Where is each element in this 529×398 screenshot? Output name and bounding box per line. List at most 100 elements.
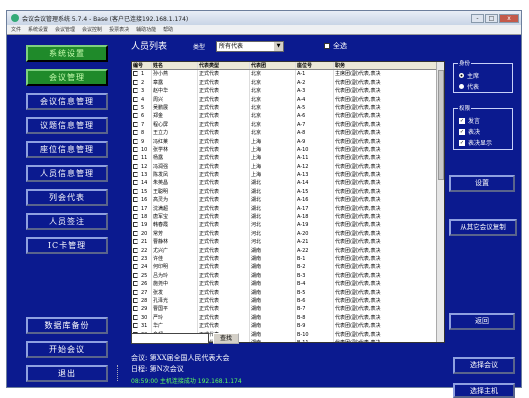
table-row[interactable]: 16 高灵为 正式代表 湖北 A-16 代表团(副)代表,表决 xyxy=(132,196,444,205)
row-number-cell[interactable]: 22 xyxy=(132,246,152,255)
row-number-cell[interactable]: 19 xyxy=(132,221,152,230)
row-checkbox[interactable] xyxy=(133,205,138,211)
table-row[interactable]: 14 朱英昌 正式代表 湖北 A-14 代表团(副)代表,表决 xyxy=(132,179,444,188)
select-all-checkbox[interactable]: 全选 xyxy=(324,41,347,51)
row-checkbox[interactable] xyxy=(133,96,138,102)
row-checkbox[interactable] xyxy=(133,163,138,169)
scrollbar-thumb[interactable] xyxy=(438,70,444,180)
row-checkbox[interactable] xyxy=(133,281,138,287)
row-number-cell[interactable]: 30 xyxy=(132,313,152,323)
person-info-button[interactable]: 人员信息管理 xyxy=(26,165,108,182)
row-number-cell[interactable]: 13 xyxy=(132,171,152,180)
check-icon[interactable]: ✓ xyxy=(459,139,465,146)
maximize-button[interactable]: □ xyxy=(485,13,498,23)
system-settings-button[interactable]: 系统设置 xyxy=(26,45,108,62)
check-icon[interactable]: ✓ xyxy=(459,128,465,135)
table-row[interactable]: 23 许佳 正式代表 湖南 B-1 代表团(副)代表,表决 xyxy=(132,254,444,264)
chevron-down-icon[interactable]: ▼ xyxy=(274,42,283,51)
splitter-grip[interactable] xyxy=(117,365,127,381)
column-header[interactable]: 职务 xyxy=(334,62,438,70)
column-header[interactable]: 代表类型 xyxy=(198,62,250,70)
menu-help[interactable]: 帮助 xyxy=(163,26,173,33)
row-number-cell[interactable]: 29 xyxy=(132,305,152,314)
row-number-cell[interactable]: 25 xyxy=(132,271,152,281)
row-number-cell[interactable]: 26 xyxy=(132,280,152,289)
row-number-cell[interactable]: 12 xyxy=(132,162,152,172)
select-host-button[interactable]: 选择主机 xyxy=(453,383,515,398)
row-checkbox[interactable] xyxy=(133,71,138,77)
close-button[interactable]: x xyxy=(499,13,519,23)
row-number-cell[interactable]: 10 xyxy=(132,145,152,155)
table-row[interactable]: 18 唐军宝 正式代表 湖北 A-18 代表团(副)代表,表决 xyxy=(132,213,444,222)
search-button[interactable]: 查找 xyxy=(213,333,239,344)
seat-info-button[interactable]: 座位信息管理 xyxy=(26,141,108,158)
row-number-cell[interactable]: 9 xyxy=(132,137,152,146)
table-row[interactable]: 19 韩春霞 正式代表 河北 A-19 代表团(副)代表,表决 xyxy=(132,221,444,230)
row-checkbox[interactable] xyxy=(133,264,138,270)
row-checkbox[interactable] xyxy=(133,323,138,329)
copy-from-meeting-button[interactable]: 从其它会议复制 xyxy=(449,219,517,236)
table-row[interactable]: 25 吕为玲 正式代表 湖南 B-3 代表团(副)代表,表决 xyxy=(132,271,444,281)
row-number-cell[interactable]: 27 xyxy=(132,288,152,297)
select-all-box[interactable] xyxy=(324,43,330,49)
identity-option-chair[interactable]: 主席 xyxy=(459,71,479,80)
search-input[interactable] xyxy=(131,333,209,344)
person-sign-button[interactable]: 人员签注 xyxy=(26,213,108,230)
row-checkbox[interactable] xyxy=(133,138,138,144)
column-header[interactable]: 代表团 xyxy=(250,62,296,70)
row-number-cell[interactable]: 21 xyxy=(132,238,152,247)
agenda-info-button[interactable]: 议题信息管理 xyxy=(26,117,108,134)
row-number-cell[interactable]: 8 xyxy=(132,129,152,138)
table-row[interactable]: 24 何印明 正式代表 湖南 B-2 代表团(副)代表,表决 xyxy=(132,263,444,272)
table-row[interactable]: 2 章露 正式代表 北京 A-2 代表团(副)代表,表决 xyxy=(132,78,444,88)
identity-option-delegate[interactable]: 代表 xyxy=(459,82,479,91)
row-checkbox[interactable] xyxy=(133,88,138,94)
row-number-cell[interactable]: 14 xyxy=(132,179,152,188)
attendees-button[interactable]: 列会代表 xyxy=(26,189,108,206)
table-row[interactable]: 8 王立力 正式代表 北京 A-8 代表团(副)代表,表决 xyxy=(132,129,444,138)
table-row[interactable]: 7 程心屏 正式代表 北京 A-7 代表团(副)代表,表决 xyxy=(132,120,444,130)
perm-option-vote[interactable]: ✓ 表决 xyxy=(459,127,480,136)
table-row[interactable]: 9 冯红莱 正式代表 上海 A-9 代表团(副)代表,表决 xyxy=(132,137,444,146)
menu-tools[interactable]: 辅助功能 xyxy=(136,26,156,33)
table-row[interactable]: 21 曹静林 正式代表 河北 A-21 代表团(副)代表,表决 xyxy=(132,238,444,247)
row-checkbox[interactable] xyxy=(133,214,138,220)
row-checkbox[interactable] xyxy=(133,306,138,312)
table-row[interactable]: 22 尤兴广 正式代表 湖南 A-22 代表团(副)代表,表决 xyxy=(132,246,444,255)
table-row[interactable]: 12 冯润强 正式代表 上海 A-12 代表团(副)代表,表决 xyxy=(132,162,444,172)
table-row[interactable]: 4 周兴 正式代表 北京 A-4 代表团(副)代表,表决 xyxy=(132,95,444,104)
row-number-cell[interactable]: 28 xyxy=(132,296,152,306)
perm-option-vote-display[interactable]: ✓ 表决显示 xyxy=(459,138,492,147)
row-number-cell[interactable]: 31 xyxy=(132,322,152,331)
meeting-info-button[interactable]: 会议信息管理 xyxy=(26,93,108,110)
row-checkbox[interactable] xyxy=(133,121,138,127)
table-row[interactable]: 13 陈发凤 正式代表 上海 A-13 代表团(副)代表,表决 xyxy=(132,171,444,180)
table-row[interactable]: 20 常芳 正式代表 河北 A-20 代表团(副)代表,表决 xyxy=(132,229,444,239)
row-checkbox[interactable] xyxy=(133,113,138,119)
check-icon[interactable]: ✓ xyxy=(459,117,465,124)
table-row[interactable]: 30 严玲 正式代表 湖南 B-8 代表团(副)代表,表决 xyxy=(132,313,444,323)
row-checkbox[interactable] xyxy=(133,188,138,194)
row-number-cell[interactable]: 15 xyxy=(132,187,152,197)
radio-icon[interactable] xyxy=(459,73,464,78)
data-backup-button[interactable]: 数据库备份 xyxy=(26,317,108,334)
row-number-cell[interactable]: 16 xyxy=(132,196,152,205)
return-button[interactable]: 返回 xyxy=(449,313,515,330)
radio-icon[interactable] xyxy=(459,84,464,89)
row-checkbox[interactable] xyxy=(133,239,138,245)
row-checkbox[interactable] xyxy=(133,155,138,161)
row-number-cell[interactable]: 7 xyxy=(132,120,152,130)
minimize-button[interactable]: - xyxy=(471,13,484,23)
table-row[interactable]: 17 沈满超 正式代表 湖北 A-17 代表团(副)代表,表决 xyxy=(132,204,444,214)
menu-file[interactable]: 文件 xyxy=(11,26,21,33)
row-checkbox[interactable] xyxy=(133,104,138,110)
row-checkbox[interactable] xyxy=(133,79,138,85)
row-number-cell[interactable]: 11 xyxy=(132,154,152,163)
row-checkbox[interactable] xyxy=(133,130,138,136)
table-row[interactable]: 26 施尧中 正式代表 湖南 B-4 代表团(副)代表,表决 xyxy=(132,280,444,289)
exit-button[interactable]: 退出 xyxy=(26,365,108,382)
row-number-cell[interactable]: 18 xyxy=(132,213,152,222)
type-select[interactable]: 所有代表 ▼ xyxy=(216,41,284,52)
perm-option-speak[interactable]: ✓ 发言 xyxy=(459,116,480,125)
row-checkbox[interactable] xyxy=(133,297,138,303)
